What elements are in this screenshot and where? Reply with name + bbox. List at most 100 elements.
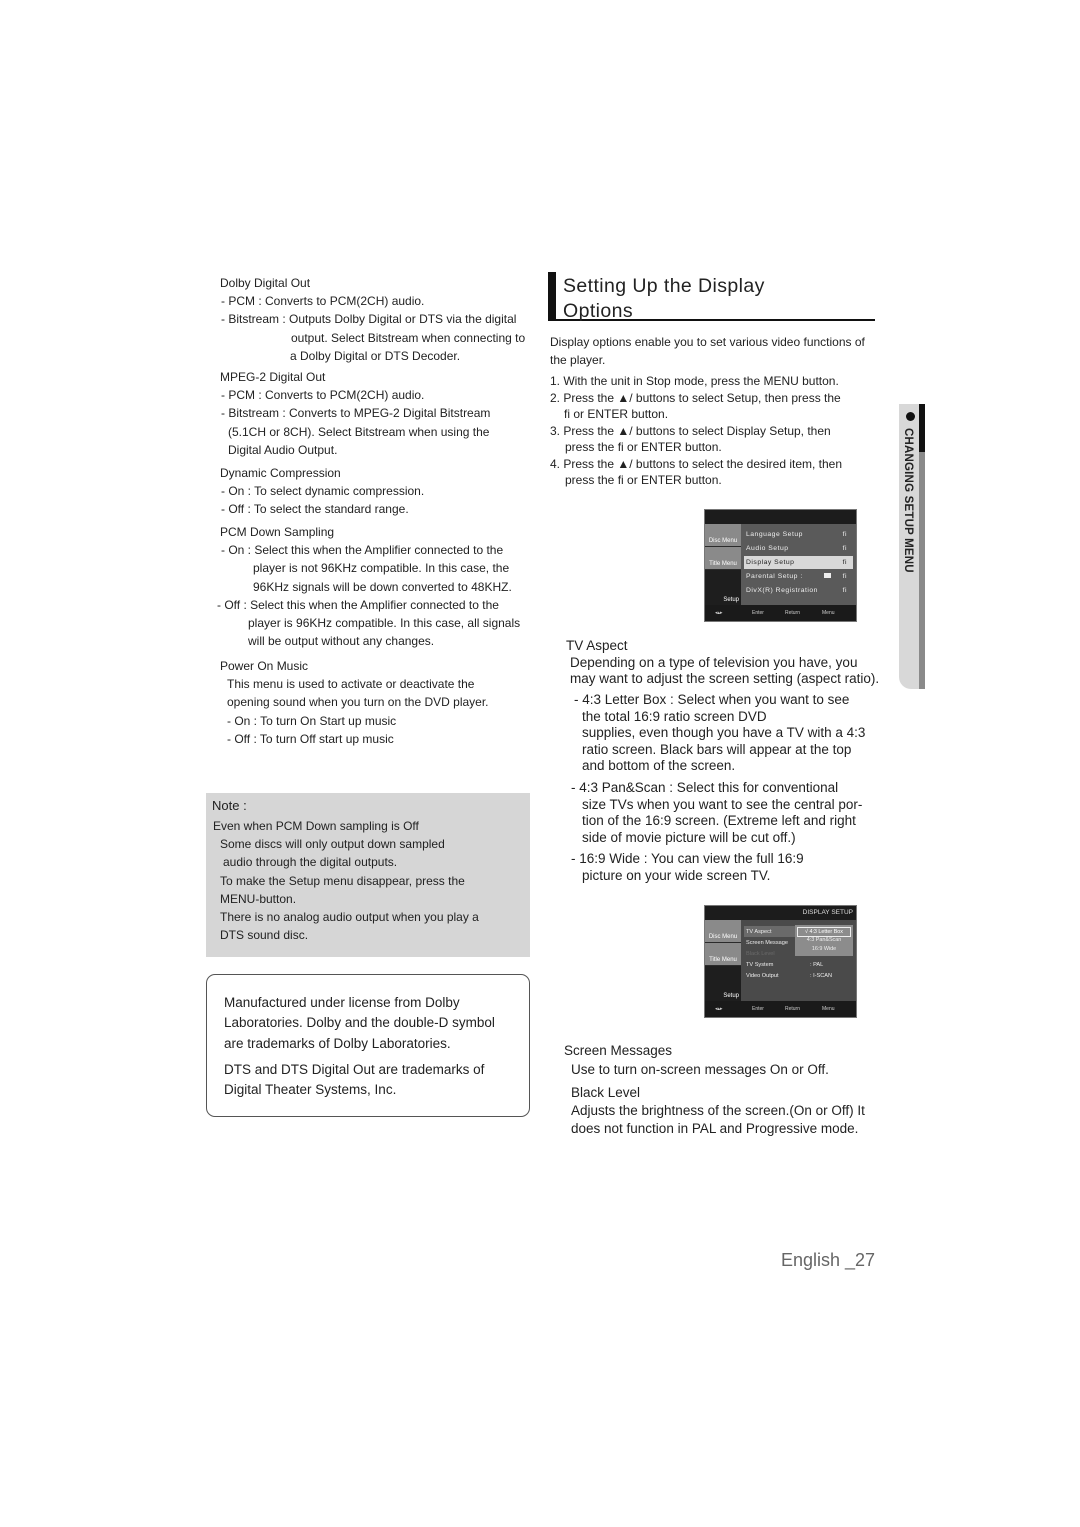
note-line: DTS sound disc. <box>220 928 309 943</box>
dynamic-compression-section: Dynamic Compression - On : To select dyn… <box>205 464 535 519</box>
text-line: - Bitstream : Converts to MPEG-2 Digital… <box>221 406 491 421</box>
intro-text: Display options enable you to set variou… <box>550 333 880 369</box>
note-line: audio through the digital outputs. <box>223 855 398 870</box>
step-line: 3. Press the ▲/ buttons to select Displa… <box>550 423 831 438</box>
trademark-box: Manufactured under license from Dolby La… <box>206 974 530 1117</box>
mpeg2-digital-out-section: MPEG-2 Digital Out - PCM : Converts to P… <box>205 368 535 459</box>
text-line: player is not 96KHz compatible. In this … <box>253 561 510 576</box>
note-body: Even when PCM Down sampling is Off Some … <box>213 817 479 944</box>
osd-header: DISPLAY SETUP <box>705 906 856 920</box>
title-line-2: Options <box>563 299 634 322</box>
chapter-label: CHANGING SETUP MENU <box>902 428 914 573</box>
item-label: DivX(R) Registration <box>746 587 818 594</box>
note-title: Note : <box>212 798 247 813</box>
text-line: 96KHz signals will be down converted to … <box>253 579 512 594</box>
footer-menu: Menu <box>822 610 835 616</box>
trademark-line: Laboratories. Dolby and the double-D sym… <box>224 1015 495 1031</box>
osd-item-display-setup: Display Setup fi <box>744 556 853 569</box>
text-line: opening sound when you turn on the DVD p… <box>227 695 489 710</box>
side-tab-marker <box>919 404 925 452</box>
section-title: Dolby Digital Out <box>220 276 311 290</box>
section-title: MPEG-2 Digital Out <box>220 370 326 384</box>
text-line: Use to turn on-screen messages On or Off… <box>571 1062 829 1077</box>
section-title: PCM Down Sampling <box>220 525 335 539</box>
note-line: Even when PCM Down sampling is Off <box>213 819 419 833</box>
note-box: Note : Even when PCM Down sampling is Of… <box>206 793 530 957</box>
step-line: 2. Press the ▲/ buttons to select Setup,… <box>550 390 841 405</box>
text-line: This menu is used to activate or deactiv… <box>227 677 475 692</box>
lock-icon <box>824 573 831 578</box>
trademark-line: are trademarks of Dolby Laboratories. <box>224 1035 451 1051</box>
text-line: - Off : To turn Off start up music <box>227 731 394 746</box>
text-line: Digital Audio Output. <box>228 442 338 457</box>
item-label: Audio Setup <box>746 545 789 552</box>
item-label: Language Setup <box>746 531 803 538</box>
item-label: Parental Setup : <box>746 573 803 580</box>
step-line: press the fi or ENTER button. <box>565 473 722 487</box>
text-line: (5.1CH or 8CH). Select Bitstream when us… <box>228 424 490 439</box>
footer-menu: Menu <box>822 1006 835 1012</box>
text-line: and bottom of the screen. <box>582 758 736 773</box>
text-line: - On : To select dynamic compression. <box>221 484 425 499</box>
setup-menu-screenshot: Disc Menu Title Menu Setup Language Setu… <box>704 509 857 622</box>
text-line: side of movie picture will be cut off.) <box>582 829 796 845</box>
text-line: supplies, even though you have a TV with… <box>582 725 866 740</box>
section-title: Black Level <box>571 1085 641 1100</box>
intro-line: Display options enable you to set variou… <box>550 335 865 349</box>
osd-side-menu: Disc Menu Title Menu Setup <box>705 920 741 1001</box>
popup-option-wide: 16:9 Wide <box>811 946 837 952</box>
osd-top-bar <box>705 510 856 524</box>
text-line: - On : Select this when the Amplifier co… <box>221 543 504 558</box>
osd-footer: ◂▴▸ Enter Return Menu <box>705 605 856 621</box>
text-line: - On : To turn On Start up music <box>227 713 397 728</box>
osd-side-menu: Disc Menu Title Menu Setup <box>705 524 741 605</box>
page-title: Setting Up the Display Options <box>563 274 765 323</box>
step-line: press the fi or ENTER button. <box>565 440 722 454</box>
text-line: - PCM : Converts to PCM(2CH) audio. <box>221 294 425 309</box>
dolby-digital-out-section: Dolby Digital Out - PCM : Converts to PC… <box>205 274 535 365</box>
text-line: player is 96KHz compatible. In this case… <box>248 616 521 631</box>
text-line: may want to adjust the screen setting (a… <box>570 671 880 686</box>
osd-item-tv-aspect: TV Aspect <box>744 926 796 937</box>
steps-list: 1. With the unit in Stop mode, press the… <box>550 373 880 489</box>
text-line: size TVs when you want to see the centra… <box>582 796 863 812</box>
text-line: - PCM : Converts to PCM(2CH) audio. <box>221 388 425 403</box>
footer-return: Return <box>785 1006 801 1012</box>
osd-menu-list: Language Setup fi Audio Setup fi Display S… <box>741 524 856 605</box>
nav-arrows-icon: ◂▴▸ <box>715 1006 723 1012</box>
text-line: - Off : Select this when the Amplifier c… <box>217 597 499 612</box>
osd-item-video-output: Video Output : I-SCAN <box>744 970 853 981</box>
intro-line: the player. <box>550 353 606 368</box>
arrow-icon: fi <box>842 531 847 538</box>
text-line: - 16:9 Wide : You can view the full 16:9 <box>571 851 804 866</box>
text-line: - Off : To select the standard range. <box>221 502 409 517</box>
trademark-line: Manufactured under license from Dolby <box>224 995 460 1010</box>
section-title: Dynamic Compression <box>220 466 341 480</box>
item-label: Display Setup <box>746 559 795 566</box>
item-label: Video Output <box>746 972 779 979</box>
footer-enter: Enter <box>752 1006 764 1012</box>
screen-messages-section: Screen Messages Use to turn on-screen me… <box>564 1041 884 1079</box>
text-line: tion of the 16:9 screen. (Extreme left a… <box>582 813 856 828</box>
tv-aspect-option-wide: - 16:9 Wide : You can view the full 16:9… <box>571 851 881 884</box>
text-line: a Dolby Digital or DTS Decoder. <box>290 348 461 363</box>
step-line: fi or ENTER button. <box>564 407 669 421</box>
osd-item-tv-system: TV System : PAL <box>744 959 853 970</box>
item-value: : I-SCAN <box>810 972 833 979</box>
osd-item-parental-setup: Parental Setup : fi <box>744 570 853 583</box>
text-line: ratio screen. Black bars will appear at … <box>582 741 852 757</box>
osd-footer: ◂▴▸ Enter Return Menu <box>705 1001 856 1017</box>
title-line-1: Setting Up the Display <box>563 275 765 297</box>
text-line: Depending on a type of television you ha… <box>570 654 858 670</box>
aspect-popup: √ 4:3 Letter Box 4:3 Pan&Scan 16:9 Wide <box>795 925 853 956</box>
power-on-music-section: Power On Music This menu is used to acti… <box>205 657 535 748</box>
note-line: To make the Setup menu disappear, press … <box>220 873 465 888</box>
arrow-icon: fi <box>842 559 847 566</box>
item-value: : PAL <box>810 961 824 968</box>
page-number: English _27 <box>781 1250 876 1270</box>
heading-bar <box>548 272 556 320</box>
item-label: TV System <box>746 961 774 968</box>
trademark-line: Digital Theater Systems, Inc. <box>224 1082 397 1098</box>
popup-option-panscan: 4:3 Pan&Scan <box>806 937 842 943</box>
text-line: picture on your wide screen TV. <box>582 867 771 883</box>
